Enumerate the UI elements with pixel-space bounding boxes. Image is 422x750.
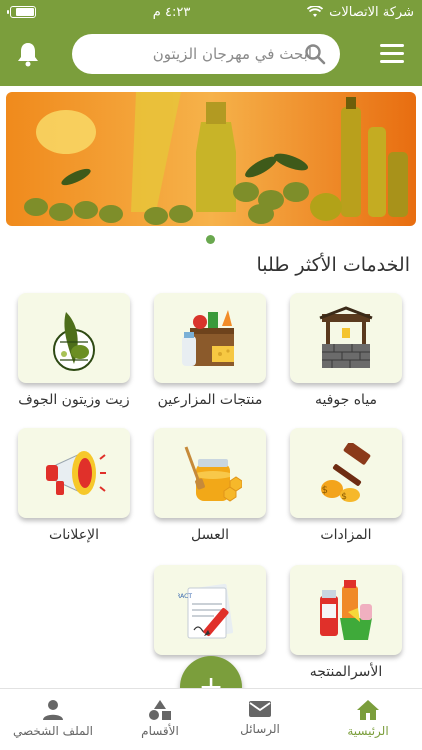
nav-label: الرسائل	[240, 722, 280, 736]
status-bar: شركة الاتصالات ٤:٢٣ م	[0, 0, 422, 24]
nav-label: الملف الشخصي	[13, 724, 93, 738]
nav-item-home[interactable]: الرئيسية	[323, 699, 413, 738]
search-input[interactable]: ابحث في مهرجان الزيتون	[72, 34, 340, 74]
olive-oil-banner-image	[6, 92, 416, 226]
categories-icon	[149, 700, 171, 720]
service-label: منتجات المزارعين	[157, 392, 263, 408]
auction-icon: $ $	[321, 443, 371, 502]
search-placeholder: ابحث في مهرجان الزيتون	[152, 45, 312, 63]
service-tile-honey[interactable]	[154, 428, 266, 518]
svg-text:$: $	[341, 492, 347, 502]
bottom-nav: الرئيسية الرسائل الأقسام الملف الشخصي	[0, 688, 422, 750]
honey-icon	[184, 446, 242, 502]
olive-oil-icon	[53, 312, 95, 371]
app-header: ابحث في مهرجان الزيتون	[0, 24, 422, 86]
profile-icon	[43, 700, 63, 720]
service-tile-water[interactable]	[290, 293, 402, 383]
nav-item-profile[interactable]: الملف الشخصي	[8, 699, 98, 738]
service-label: العسل	[190, 527, 229, 543]
service-label: زيت وزيتون الجوف	[18, 392, 130, 408]
water-well-icon	[319, 306, 373, 368]
contract-icon: CONTRACT	[178, 583, 234, 639]
service-tile-farm-products[interactable]	[154, 293, 266, 383]
service-tile-auctions[interactable]: $ $	[290, 428, 402, 518]
farm-products-icon	[182, 310, 234, 366]
nav-label: الرئيسية	[347, 724, 389, 738]
family-products-icon	[320, 580, 372, 640]
nav-item-messages[interactable]: الرسائل	[215, 699, 305, 736]
service-label: الأسرالمنتجه	[309, 664, 383, 680]
nav-label: الأقسام	[141, 724, 179, 738]
home-icon	[357, 700, 379, 720]
search-icon	[305, 44, 326, 65]
nav-item-categories[interactable]: الأقسام	[115, 699, 205, 738]
menu-icon[interactable]	[380, 44, 404, 64]
section-title: الخدمات الأكثر طلبا	[256, 254, 410, 276]
carousel-indicator[interactable]	[206, 235, 215, 244]
service-label: مياه جوفيه	[314, 392, 378, 408]
service-tile-olive-oil[interactable]	[18, 293, 130, 383]
banner-carousel[interactable]	[6, 92, 416, 226]
service-tile-contracts[interactable]: CONTRACT	[154, 565, 266, 655]
service-label: الإعلانات	[49, 527, 99, 543]
status-time: ٤:٢٣ م	[152, 4, 191, 20]
service-tile-ads[interactable]	[18, 428, 130, 518]
battery-icon	[7, 6, 36, 18]
service-label: المزادات	[320, 527, 372, 543]
service-tile-productive-families[interactable]	[290, 565, 402, 655]
svg-text:$: $	[322, 485, 328, 496]
svg-text:CONTRACT: CONTRACT	[178, 593, 192, 600]
bell-icon[interactable]	[16, 41, 40, 67]
mail-icon	[249, 701, 271, 717]
carrier-label: شركة الاتصالات	[329, 4, 414, 20]
wifi-icon	[307, 6, 324, 17]
megaphone-icon	[46, 451, 106, 495]
